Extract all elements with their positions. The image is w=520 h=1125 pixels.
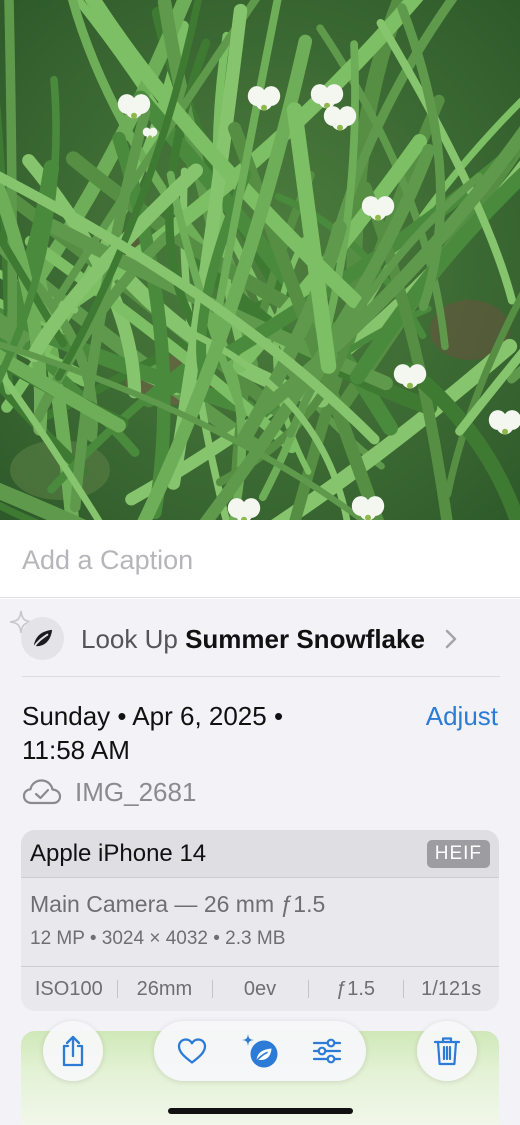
visual-lookup-button[interactable]	[230, 1021, 290, 1081]
stat-aperture: ƒ1.5	[307, 967, 404, 1011]
file-name: IMG_2681	[75, 777, 197, 807]
divider	[22, 676, 500, 677]
chevron-right-icon	[445, 629, 457, 649]
trash-icon	[433, 1037, 461, 1066]
leaf-badge	[21, 617, 64, 660]
look-up-subject: Summer Snowflake	[185, 624, 425, 654]
heart-icon	[177, 1038, 207, 1064]
format-badge: HEIF	[426, 840, 490, 868]
lens-info: Main Camera — 26 mm ƒ1.5	[30, 891, 326, 917]
photo-view[interactable]	[0, 0, 520, 520]
stat-shutter-speed: 1/121s	[403, 967, 499, 1011]
look-up-label: Look Up Summer Snowflake	[81, 623, 425, 655]
favorite-button[interactable]	[162, 1021, 222, 1081]
icloud-check-icon	[22, 779, 62, 805]
adjust-date-button[interactable]: Adjust	[426, 699, 498, 733]
caption-input[interactable]	[22, 542, 492, 578]
stat-focal-length: 26mm	[116, 967, 213, 1011]
sliders-icon	[312, 1038, 342, 1064]
capture-date: Sunday • Apr 6, 2025 • 11:58 AM	[22, 701, 284, 765]
stat-exposure-value: 0ev	[212, 967, 308, 1011]
image-specs: 12 MP • 3024 × 4032 • 2.3 MB	[30, 928, 286, 949]
exif-header: Apple iPhone 14 HEIF	[21, 830, 499, 878]
edit-button[interactable]	[297, 1021, 357, 1081]
delete-button[interactable]	[417, 1021, 477, 1081]
leaf-icon	[32, 629, 53, 649]
photo-image	[0, 0, 520, 520]
exif-card: Apple iPhone 14 HEIF Main Camera — 26 mm…	[21, 830, 499, 1011]
look-up-row[interactable]: Look Up Summer Snowflake	[0, 599, 520, 677]
share-button[interactable]	[43, 1021, 103, 1081]
action-pill	[154, 1021, 366, 1081]
exposure-stats: ISO100 26mm 0ev ƒ1.5 1/121s	[21, 967, 499, 1011]
home-indicator[interactable]	[168, 1108, 353, 1114]
stat-iso: ISO100	[34, 978, 103, 1000]
share-icon	[62, 1035, 84, 1067]
caption-area	[0, 520, 520, 598]
device-name: Apple iPhone 14	[30, 840, 207, 867]
visual-lookup-icon	[242, 1034, 278, 1068]
look-up-prefix: Look Up	[81, 624, 178, 654]
